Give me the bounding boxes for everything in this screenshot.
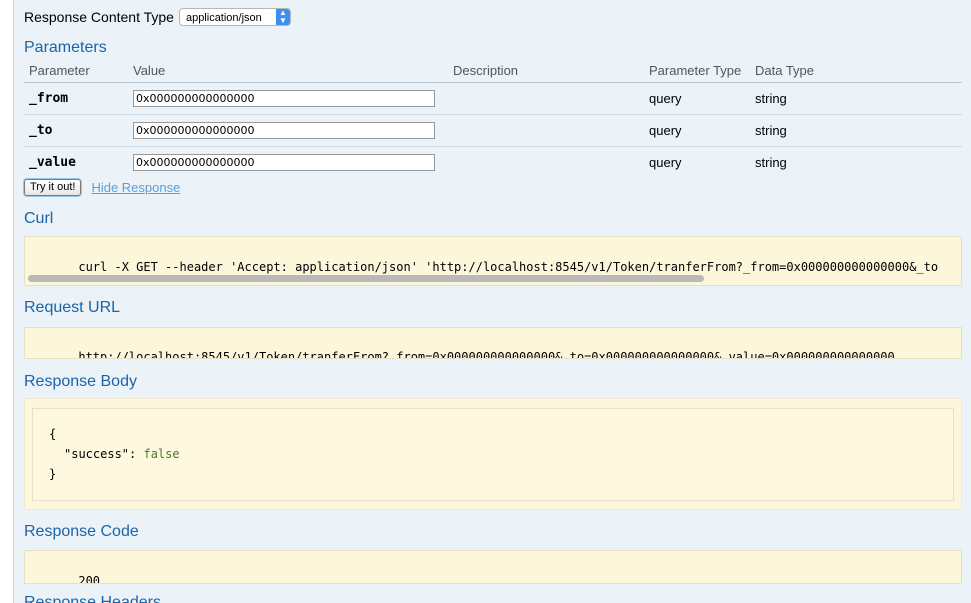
- curl-command: curl -X GET --header 'Accept: applicatio…: [78, 260, 939, 274]
- response-content-type-value: application/json: [185, 12, 262, 24]
- param-data-type: string: [755, 155, 787, 170]
- operation-panel: Response Content Type application/json ▲…: [13, 0, 971, 603]
- param-value-input[interactable]: [133, 154, 435, 171]
- param-type: query: [649, 155, 682, 170]
- response-body-block: { "success": false }: [24, 398, 962, 510]
- json-line: "success": false: [49, 444, 937, 464]
- column-header-value: Value: [128, 62, 448, 83]
- column-header-data-type: Data Type: [750, 62, 962, 83]
- column-header-description: Description: [448, 62, 644, 83]
- param-data-type: string: [750, 82, 962, 115]
- curl-code-block[interactable]: curl -X GET --header 'Accept: applicatio…: [24, 236, 962, 286]
- column-header-parameter-type: Parameter Type: [644, 62, 750, 83]
- table-row: _from query string: [24, 82, 962, 115]
- request-url-heading: Request URL: [24, 299, 121, 316]
- curl-scrollbar-thumb[interactable]: [28, 275, 704, 282]
- param-name: _to: [24, 114, 128, 147]
- actions-row: Try it out! Hide Response: [24, 179, 180, 196]
- column-header-parameter: Parameter: [24, 62, 128, 83]
- request-url-text: http://localhost:8545/v1/Token/tranferFr…: [78, 350, 895, 359]
- param-type: query: [644, 114, 750, 147]
- try-it-out-button[interactable]: Try it out!: [24, 179, 82, 196]
- response-content-type-label: Response Content Type: [24, 9, 174, 25]
- json-value: false: [143, 447, 180, 461]
- param-description: [448, 82, 644, 115]
- curl-heading: Curl: [24, 210, 54, 227]
- param-description: [448, 147, 644, 179]
- response-content-type-row: Response Content Type application/json ▲…: [24, 8, 291, 26]
- hide-response-link[interactable]: Hide Response: [91, 180, 180, 195]
- param-from-input[interactable]: [133, 90, 435, 107]
- response-headers-heading: Response Headers: [24, 594, 161, 603]
- table-row: _value query string: [24, 147, 962, 179]
- parameters-heading: Parameters: [24, 39, 107, 56]
- param-type: query: [644, 82, 750, 115]
- response-code-heading: Response Code: [24, 523, 139, 540]
- json-key: "success":: [64, 447, 144, 461]
- param-value-cell: [128, 82, 448, 115]
- param-value-cell: [128, 114, 448, 147]
- request-url-block: http://localhost:8545/v1/Token/tranferFr…: [24, 327, 962, 359]
- param-name: _value: [29, 155, 76, 170]
- curl-horizontal-scrollbar[interactable]: [26, 275, 960, 282]
- response-code-value: 200: [78, 574, 101, 584]
- response-content-type-select[interactable]: application/json ▲ ▼: [178, 8, 291, 26]
- response-code-block: 200: [24, 550, 962, 584]
- json-close-brace: }: [49, 467, 57, 481]
- parameters-table: Parameter Value Description Parameter Ty…: [24, 62, 962, 178]
- response-body-json: { "success": false }: [32, 408, 954, 501]
- select-arrows-icon: ▲ ▼: [275, 9, 290, 25]
- param-name: _from: [24, 82, 128, 115]
- param-value-cell: [128, 147, 448, 179]
- parameters-header-row: Parameter Value Description Parameter Ty…: [24, 62, 962, 83]
- param-data-type: string: [750, 114, 962, 147]
- json-open-brace: {: [49, 427, 57, 441]
- param-to-input[interactable]: [133, 122, 435, 139]
- response-body-heading: Response Body: [24, 373, 137, 390]
- param-description: [448, 114, 644, 147]
- table-row: _to query string: [24, 114, 962, 147]
